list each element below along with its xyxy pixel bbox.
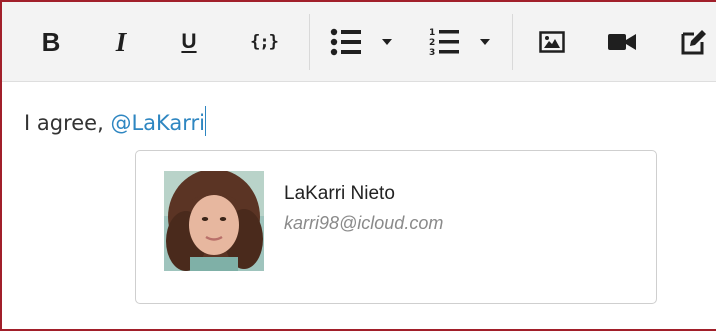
numbered-list-icon: 1 2 3 xyxy=(429,28,459,58)
svg-text:3: 3 xyxy=(429,48,435,58)
toolbar-divider xyxy=(512,14,513,70)
editor-text: I agree, xyxy=(24,111,111,135)
toolbar-divider xyxy=(309,14,310,70)
rich-text-editor: B I U {;} 1 2 3 I agree, @LaKarri LaKarr… xyxy=(0,0,716,331)
underline-button-label: U xyxy=(181,30,197,53)
mention-suggestions-popup: LaKarri Nieto karri98@icloud.com xyxy=(135,150,657,304)
edit-button[interactable] xyxy=(674,24,714,60)
image-icon xyxy=(539,31,565,53)
italic-button[interactable]: I xyxy=(106,24,136,60)
mention-suggestion-item[interactable]: LaKarri Nieto karri98@icloud.com xyxy=(160,169,634,273)
insert-video-button[interactable] xyxy=(600,24,644,60)
suggestion-email: karri98@icloud.com xyxy=(284,213,444,233)
edit-icon xyxy=(681,30,706,55)
chevron-down-icon xyxy=(382,39,392,45)
bulleted-list-dropdown[interactable] xyxy=(376,24,398,60)
suggestion-name: LaKarri Nieto xyxy=(284,183,395,204)
text-caret xyxy=(205,106,207,136)
editor-content[interactable]: I agree, @LaKarri xyxy=(24,106,207,136)
bold-button-label: B xyxy=(41,26,61,57)
numbered-list-button[interactable]: 1 2 3 xyxy=(422,24,466,60)
editor-toolbar: B I U {;} 1 2 3 xyxy=(2,2,716,82)
bulleted-list-button[interactable] xyxy=(324,24,368,60)
code-button[interactable]: {;} xyxy=(242,24,286,60)
avatar xyxy=(164,171,264,271)
svg-text:1: 1 xyxy=(429,28,435,38)
insert-image-button[interactable] xyxy=(530,24,574,60)
underline-button[interactable]: U xyxy=(174,24,204,60)
code-button-label: {;} xyxy=(250,32,279,52)
svg-text:2: 2 xyxy=(429,38,435,48)
bulleted-list-icon xyxy=(330,28,361,56)
mention-text: @LaKarri xyxy=(110,111,206,135)
numbered-list-dropdown[interactable] xyxy=(474,24,496,60)
italic-button-label: I xyxy=(115,26,127,57)
video-camera-icon xyxy=(608,34,636,50)
bold-button[interactable]: B xyxy=(36,24,66,60)
chevron-down-icon xyxy=(480,39,490,45)
